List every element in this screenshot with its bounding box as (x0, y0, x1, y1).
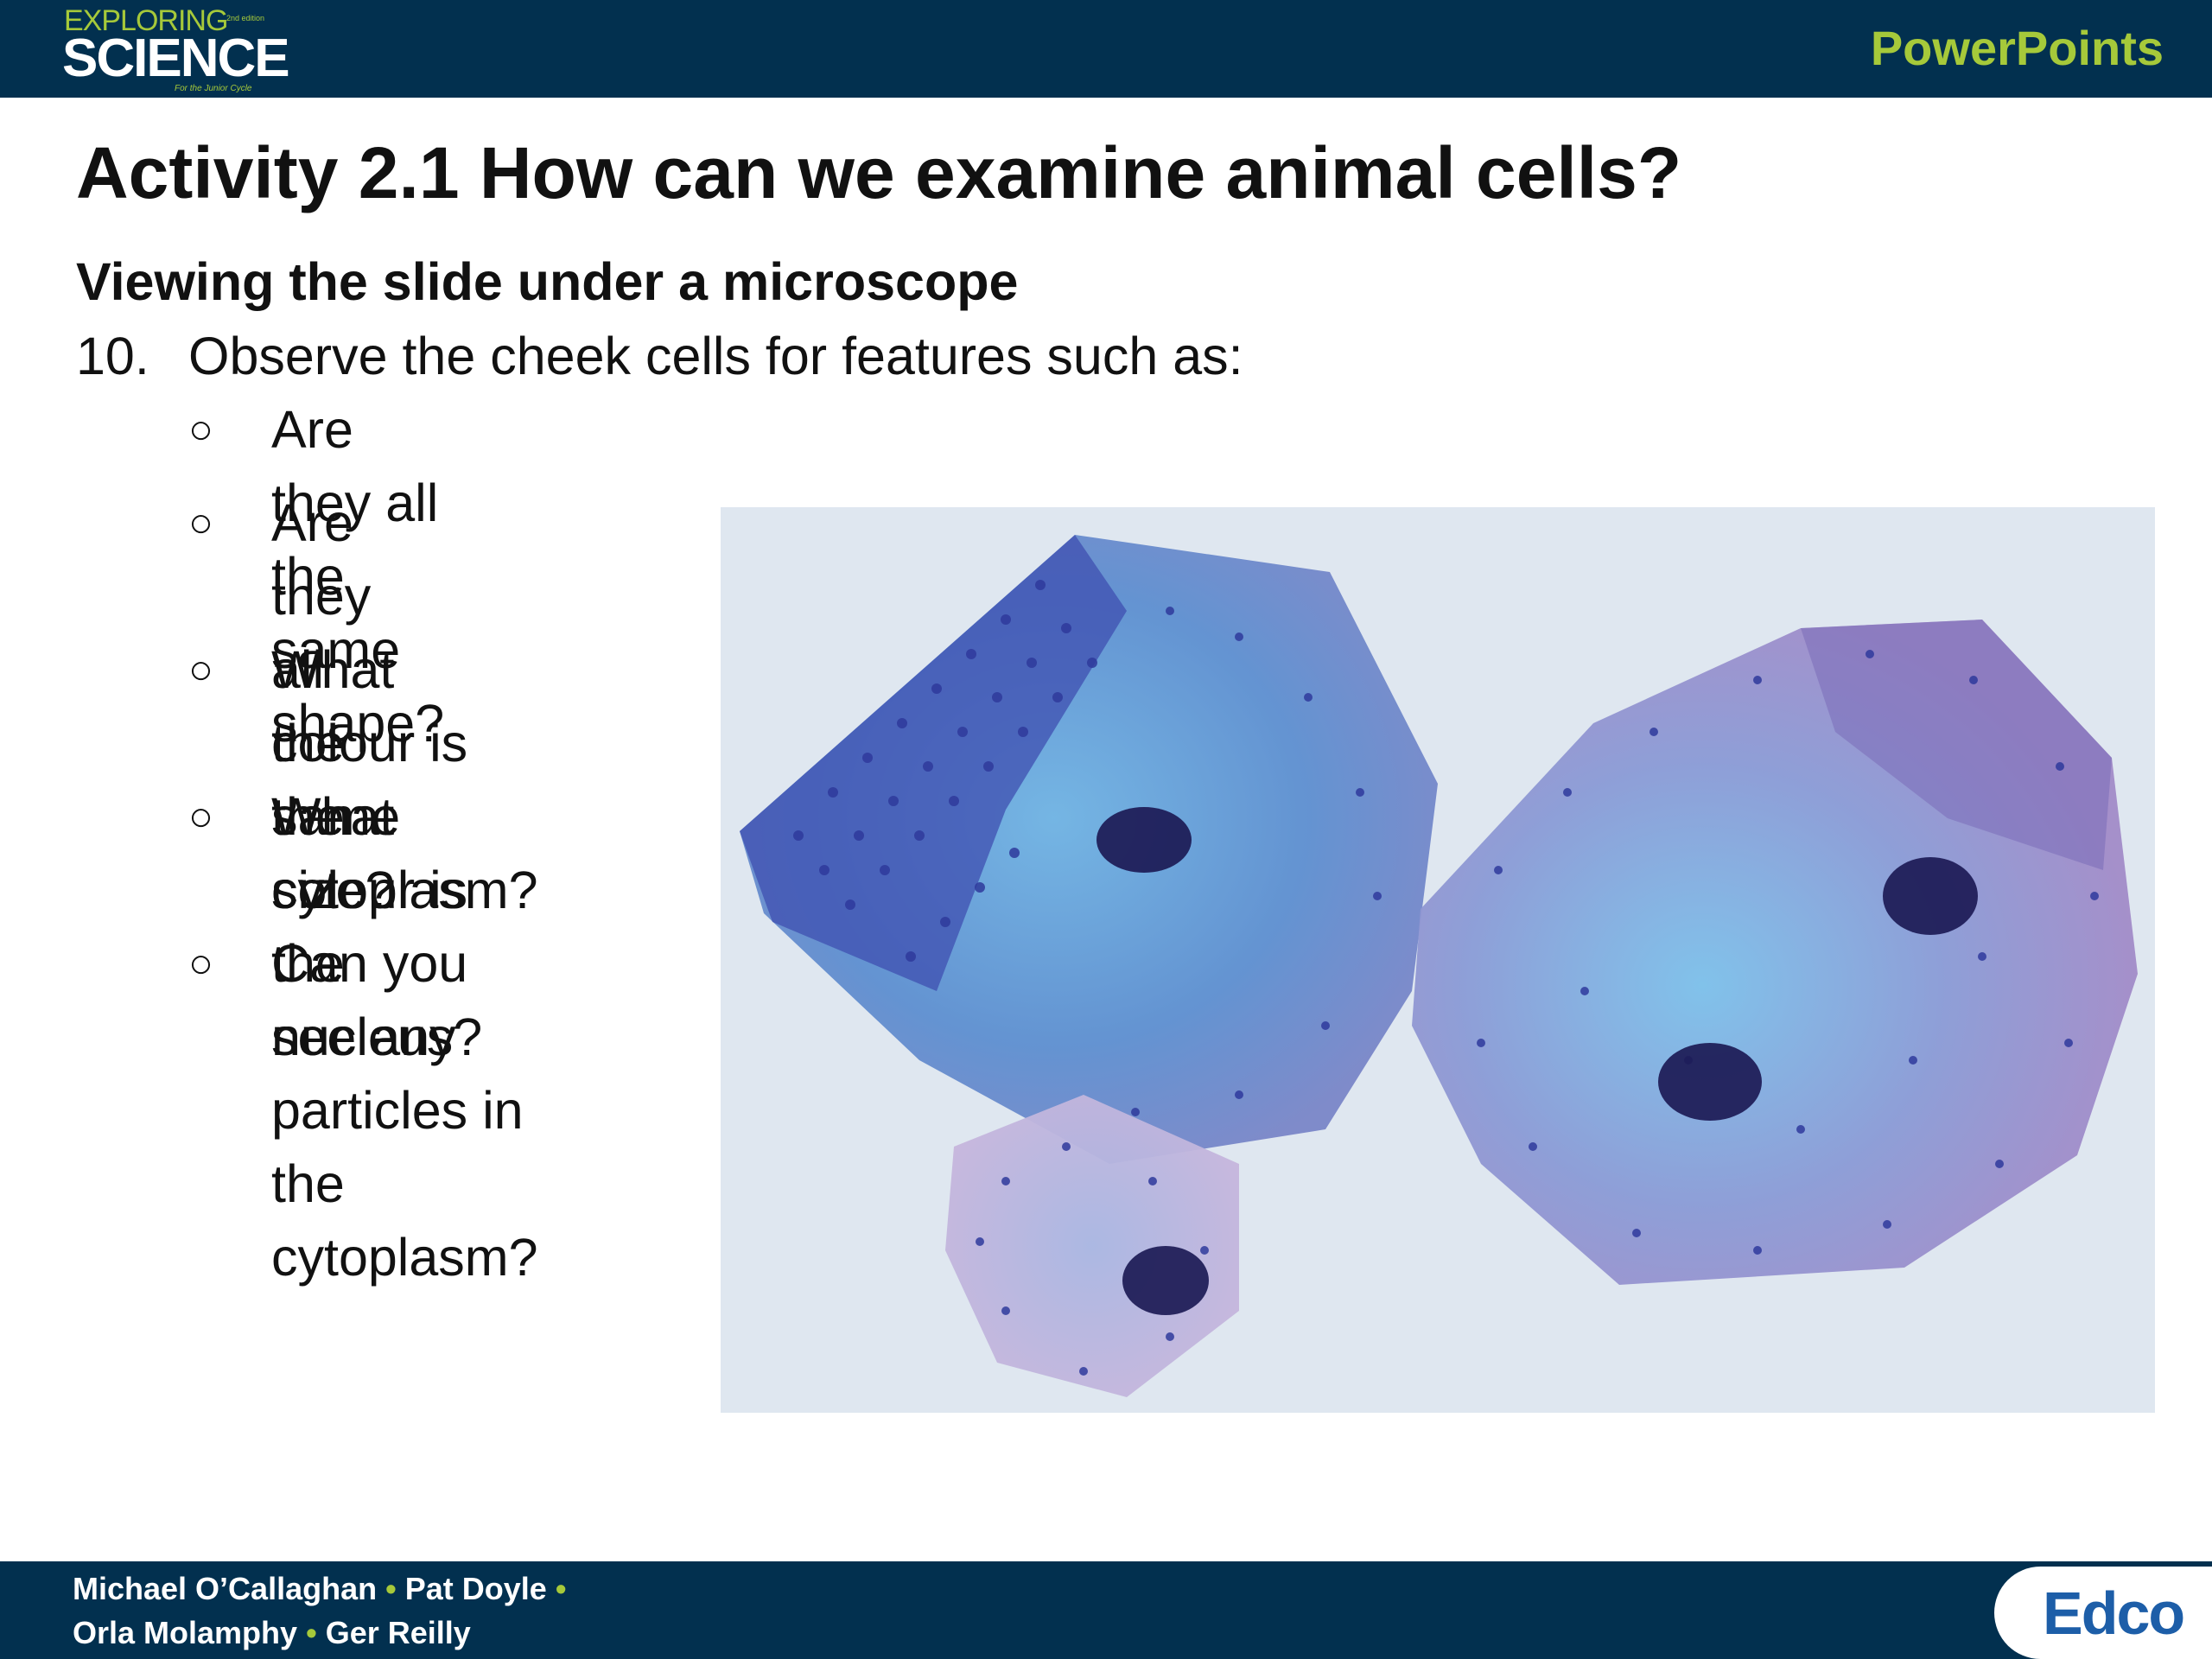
footer-bar: Michael O’Callaghan • Pat Doyle • Orla M… (0, 1561, 2212, 1659)
bullet-circle-icon: ○ (188, 407, 213, 453)
publisher-name: Edco (2043, 1580, 2185, 1647)
logo-line2: SCIENCE (62, 29, 290, 88)
author-line-2: Orla Molamphy • Ger Reilly (73, 1611, 566, 1655)
author-credits: Michael O’Callaghan • Pat Doyle • Orla M… (73, 1567, 566, 1655)
bullet-circle-icon: ○ (188, 941, 213, 987)
cheek-cell-micrograph (721, 507, 2155, 1413)
separator-dot: • (385, 1571, 397, 1606)
series-logo: EXPLORING 2nd edition SCIENCE For the Ju… (62, 5, 290, 95)
separator-dot: • (306, 1615, 317, 1650)
author-name: Pat Doyle (404, 1571, 547, 1606)
step-instruction: 10. Observe the cheek cells for features … (76, 324, 1243, 389)
logo-edition: 2nd edition (226, 14, 265, 22)
logo-tagline: For the Junior Cycle (175, 84, 252, 93)
step-text: Observe the cheek cells for features suc… (188, 327, 1243, 385)
author-name: Orla Molamphy (73, 1615, 298, 1650)
separator-dot: • (555, 1571, 567, 1606)
header-bar: EXPLORING 2nd edition SCIENCE For the Ju… (0, 0, 2212, 98)
step-number: 10. (76, 327, 149, 385)
slide-title: Activity 2.1 How can we examine animal c… (76, 132, 1682, 213)
bullet-circle-icon: ○ (188, 794, 213, 840)
section-label: PowerPoints (1870, 21, 2164, 75)
bullet-circle-icon: ○ (188, 647, 213, 693)
slide-subtitle: Viewing the slide under a microscope (76, 252, 1019, 311)
author-name: Ger Reilly (325, 1615, 471, 1650)
bullet-text: Can you see any particles in the cytopla… (271, 934, 538, 1287)
bullet-circle-icon: ○ (188, 500, 213, 546)
publisher-logo: Edco (1994, 1567, 2212, 1659)
author-line-1: Michael O’Callaghan • Pat Doyle • (73, 1567, 566, 1611)
author-name: Michael O’Callaghan (73, 1571, 378, 1606)
